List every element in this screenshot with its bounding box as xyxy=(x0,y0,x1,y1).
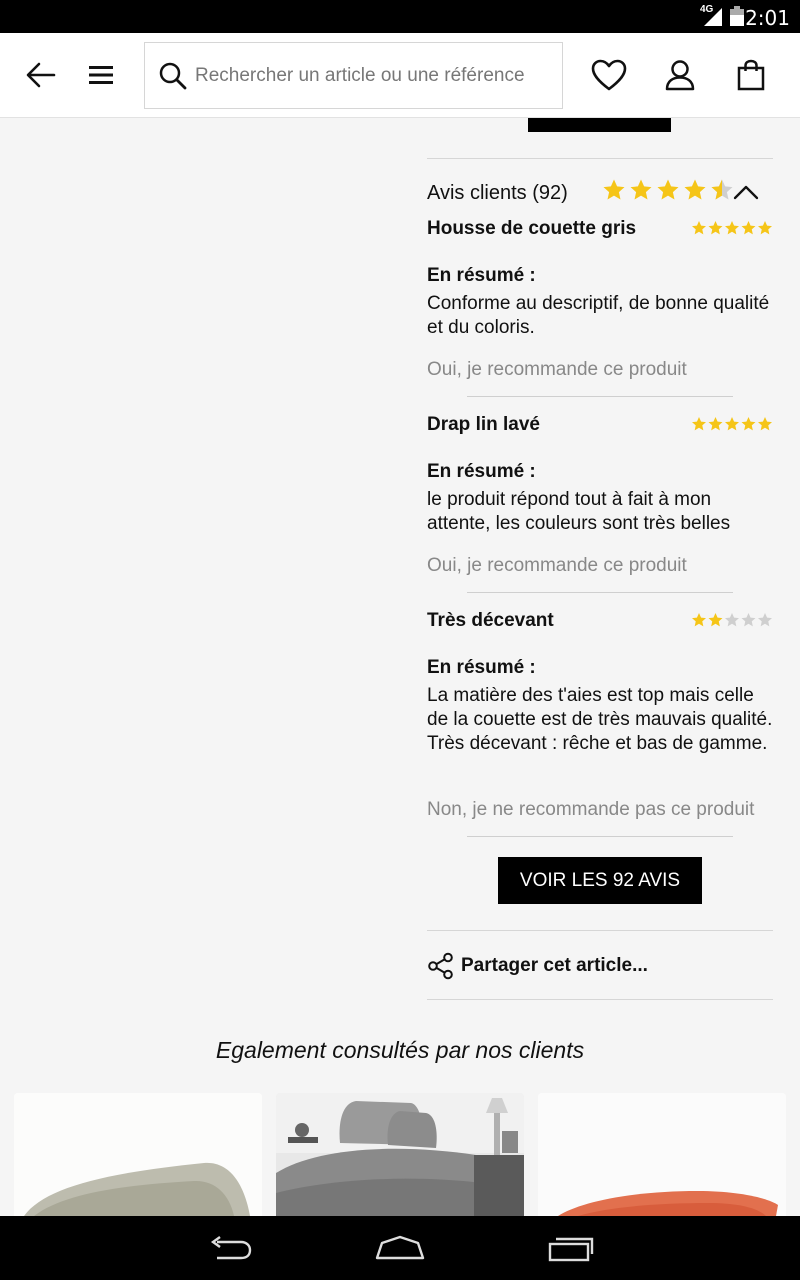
product-image xyxy=(276,1093,524,1216)
star-icon xyxy=(711,179,733,200)
wishlist-button[interactable] xyxy=(588,54,630,96)
review-item: Housse de couette gris En résumé : Confo… xyxy=(427,218,773,388)
star-icon xyxy=(708,613,723,627)
status-bar: 4G 2:01 xyxy=(0,0,800,33)
chevron-up-icon[interactable] xyxy=(733,184,759,200)
review-divider xyxy=(467,592,733,593)
rating-stars-graphic xyxy=(603,179,733,200)
share-icon xyxy=(428,952,453,980)
star-icon xyxy=(741,613,756,627)
hamburger-menu-icon xyxy=(89,66,113,84)
star-icon xyxy=(758,613,772,627)
star-icon xyxy=(603,179,625,200)
star-icon xyxy=(725,613,739,627)
review-title: Housse de couette gris xyxy=(427,218,637,239)
share-label: Partager cet article... xyxy=(461,955,648,976)
review-title: Drap lin lavé xyxy=(427,414,540,435)
review-divider xyxy=(467,396,733,397)
search-input[interactable] xyxy=(195,43,555,108)
divider xyxy=(427,999,773,1000)
reviews-title: Avis clients (92) xyxy=(427,182,568,204)
heart-icon xyxy=(591,59,627,91)
review-text: Conforme au descriptif, de bonne qualité… xyxy=(427,293,770,338)
product-card[interactable] xyxy=(538,1093,786,1216)
star-icon xyxy=(692,613,706,627)
rating-stars-graphic xyxy=(692,417,772,431)
search-box[interactable] xyxy=(144,42,563,109)
review-recommendation: Non, je ne recommande pas ce produit xyxy=(427,799,755,820)
review-divider xyxy=(467,836,733,837)
arrow-left-icon xyxy=(26,62,56,88)
average-rating-stars xyxy=(602,178,734,207)
review-rating-stars xyxy=(691,612,773,633)
review-summary-label: En résumé : xyxy=(427,461,536,482)
account-button[interactable] xyxy=(659,54,701,96)
star-icon xyxy=(741,417,756,431)
system-nav-bar xyxy=(0,1216,800,1280)
review-text: le produit répond tout à fait à mon atte… xyxy=(427,489,731,534)
star-icon xyxy=(708,221,723,235)
reviews-header[interactable]: Avis clients (92) xyxy=(427,178,773,212)
star-icon xyxy=(741,221,756,235)
back-nav-icon[interactable] xyxy=(207,1234,253,1262)
product-card[interactable] xyxy=(276,1093,524,1216)
product-image xyxy=(14,1093,262,1216)
review-item: Drap lin lavé En résumé : le produit rép… xyxy=(427,414,773,584)
menu-button[interactable] xyxy=(80,54,122,96)
cart-button[interactable] xyxy=(730,54,772,96)
star-icon xyxy=(692,417,706,431)
recents-nav-icon[interactable] xyxy=(547,1234,595,1262)
search-icon xyxy=(159,62,187,90)
clock: 2:01 xyxy=(745,6,790,30)
add-to-cart-button[interactable] xyxy=(528,118,671,132)
review-item: Très décevant En résumé : La matière des… xyxy=(427,610,773,830)
review-recommendation: Oui, je recommande ce produit xyxy=(427,359,687,380)
review-text: La matière des t'aies est top mais celle… xyxy=(427,685,773,754)
review-title: Très décevant xyxy=(427,610,554,631)
home-nav-icon[interactable] xyxy=(374,1234,426,1262)
review-rating-stars xyxy=(691,416,773,437)
signal-icon xyxy=(704,8,722,26)
review-recommendation: Oui, je recommande ce produit xyxy=(427,555,687,576)
also-viewed-title: Egalement consultés par nos clients xyxy=(215,1037,585,1063)
battery-icon xyxy=(730,6,744,26)
star-icon xyxy=(684,179,706,200)
product-card[interactable] xyxy=(14,1093,262,1216)
back-button[interactable] xyxy=(20,54,62,96)
user-icon xyxy=(665,60,695,91)
star-icon xyxy=(692,221,706,235)
star-icon xyxy=(725,417,739,431)
product-image xyxy=(538,1093,786,1216)
star-icon xyxy=(725,221,739,235)
shopping-bag-icon xyxy=(737,59,765,91)
app-bar xyxy=(0,33,800,118)
review-rating-stars xyxy=(691,220,773,241)
star-icon xyxy=(758,417,772,431)
divider xyxy=(427,158,773,159)
star-icon xyxy=(630,179,652,200)
star-icon xyxy=(758,221,772,235)
divider xyxy=(427,930,773,931)
review-summary-label: En résumé : xyxy=(427,657,536,678)
rating-stars-graphic xyxy=(692,221,772,235)
see-all-reviews-button[interactable]: VOIR LES 92 AVIS xyxy=(498,857,702,904)
star-icon xyxy=(657,179,679,200)
review-summary-label: En résumé : xyxy=(427,265,536,286)
rating-stars-graphic xyxy=(692,613,772,627)
star-icon xyxy=(708,417,723,431)
